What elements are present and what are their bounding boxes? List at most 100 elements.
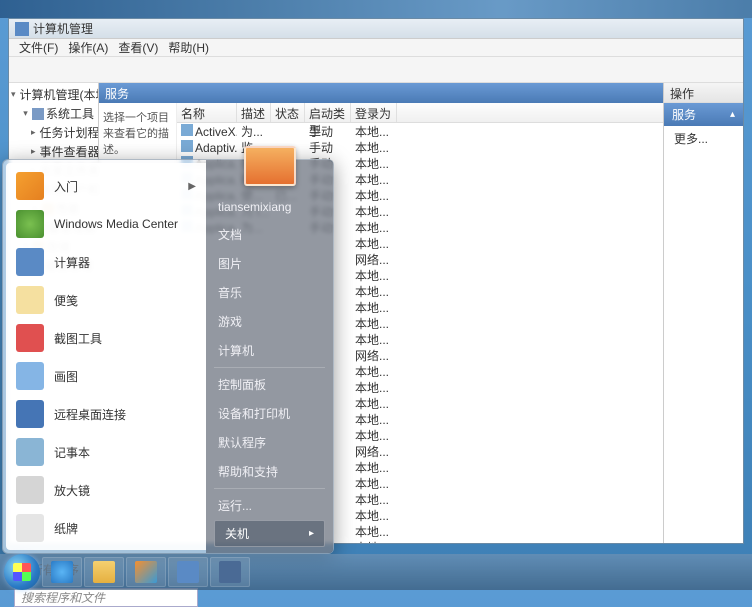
start-getting-started[interactable]: 入门 ▶ [8,167,204,205]
link-help-support[interactable]: 帮助和支持 [214,457,325,486]
rdp-icon [16,400,44,428]
start-remote-desktop[interactable]: 远程桌面连接 [8,395,204,433]
start-paint[interactable]: 画图 [8,357,204,395]
start-left-pane: 入门▶ Windows Media Center 计算器 便笺 截图工具 画图 … [6,163,206,550]
start-magnifier[interactable]: 放大镜 [8,471,204,509]
flag-icon [16,172,44,200]
link-run[interactable]: 运行... [214,491,325,520]
start-label: 入门 [54,178,78,195]
tree-label: 任务计划程 [40,124,99,141]
user-picture[interactable] [244,146,296,186]
col-logon[interactable]: 登录为 [351,103,397,122]
link-documents[interactable]: 文档 [214,220,325,249]
separator [214,367,325,368]
actions-sub-label: 服务 [672,106,696,123]
start-notepad[interactable]: 记事本 [8,433,204,471]
window-title: 计算机管理 [33,20,93,37]
expand-icon[interactable]: ▾ [11,90,16,99]
service-row[interactable]: ActiveX...为...手动本地... [177,123,663,139]
expand-icon[interactable]: ▾ [21,109,30,118]
cards-icon [16,514,44,542]
start-menu: 入门▶ Windows Media Center 计算器 便笺 截图工具 画图 … [2,159,334,554]
link-control-panel[interactable]: 控制面板 [214,370,325,399]
tools-icon [32,108,44,120]
search-placeholder: 搜索程序和文件 [21,589,105,606]
tree-root[interactable]: ▾ 计算机管理(本地 [9,85,98,104]
start-label: 远程桌面连接 [54,406,126,423]
tree-label: 事件查看器 [40,143,99,160]
start-label: Windows Media Center [54,217,178,231]
shutdown-button[interactable]: 关机 [214,520,325,547]
actions-pane: 操作 服务 更多... [663,83,743,543]
shutdown-label: 关机 [225,525,249,542]
paint-icon [16,362,44,390]
calculator-icon [16,248,44,276]
start-label: 便笺 [54,292,78,309]
username[interactable]: tiansemixiang [214,194,325,220]
taskbar-explorer[interactable] [84,557,124,587]
titlebar[interactable]: 计算机管理 [9,19,743,39]
list-header[interactable]: 名称 描述 状态 启动类型 登录为 [177,103,663,123]
link-pictures[interactable]: 图片 [214,249,325,278]
col-status[interactable]: 状态 [271,103,305,122]
app-icon [219,561,241,583]
menu-action[interactable]: 操作(A) [64,38,112,57]
tree-label: 系统工具 [46,105,94,122]
tree-label: 计算机管理(本地 [20,86,99,103]
tree-system-tools[interactable]: ▾ 系统工具 [9,104,98,123]
start-snipping-tool[interactable]: 截图工具 [8,319,204,357]
taskbar-mmc[interactable] [168,557,208,587]
expand-icon[interactable]: ▸ [31,147,36,156]
start-right-pane: tiansemixiang 文档 图片 音乐 游戏 计算机 控制面板 设备和打印… [206,160,333,553]
expand-icon[interactable]: ▸ [31,128,36,137]
sticky-notes-icon [16,286,44,314]
link-computer[interactable]: 计算机 [214,336,325,365]
link-games[interactable]: 游戏 [214,307,325,336]
taskbar-wmp[interactable] [126,557,166,587]
gear-icon [181,140,193,152]
link-devices-printers[interactable]: 设备和打印机 [214,399,325,428]
start-solitaire[interactable]: 纸牌 [8,509,204,547]
magnifier-icon [16,476,44,504]
link-music[interactable]: 音乐 [214,278,325,307]
start-calculator[interactable]: 计算器 [8,243,204,281]
menu-view[interactable]: 查看(V) [114,38,162,57]
start-label: 截图工具 [54,330,102,347]
mmc-icon [177,561,199,583]
actions-header: 操作 [664,83,743,103]
menu-help[interactable]: 帮助(H) [164,38,213,57]
start-sticky-notes[interactable]: 便笺 [8,281,204,319]
search-input[interactable]: 搜索程序和文件 [14,588,198,607]
col-name[interactable]: 名称 [177,103,237,122]
notepad-icon [16,438,44,466]
scissors-icon [16,324,44,352]
menu-file[interactable]: 文件(F) [15,38,62,57]
col-desc[interactable]: 描述 [237,103,271,122]
start-wmc[interactable]: Windows Media Center [8,205,204,243]
actions-more[interactable]: 更多... [664,126,743,151]
start-button[interactable] [4,554,40,590]
start-label: 画图 [54,368,78,385]
submenu-arrow-icon: ▶ [188,181,196,192]
start-label: 记事本 [54,444,90,461]
start-label: 计算器 [54,254,90,271]
taskbar-ie[interactable] [42,557,82,587]
tree-task-scheduler[interactable]: ▸ 任务计划程 [9,123,98,142]
menubar: 文件(F) 操作(A) 查看(V) 帮助(H) [9,39,743,57]
folder-icon [93,561,115,583]
link-default-programs[interactable]: 默认程序 [214,428,325,457]
col-startup[interactable]: 启动类型 [305,103,351,122]
wmp-icon [135,561,157,583]
taskbar-app[interactable] [210,557,250,587]
toolbar [9,57,743,83]
taskbar[interactable] [0,554,752,590]
start-label: 纸牌 [54,520,78,537]
start-label: 放大镜 [54,482,90,499]
wmc-icon [16,210,44,238]
app-icon [15,22,29,36]
actions-services[interactable]: 服务 [664,103,743,126]
ie-icon [51,561,73,583]
center-header: 服务 [99,83,663,103]
desktop-background-top [0,0,752,18]
separator [214,488,325,489]
